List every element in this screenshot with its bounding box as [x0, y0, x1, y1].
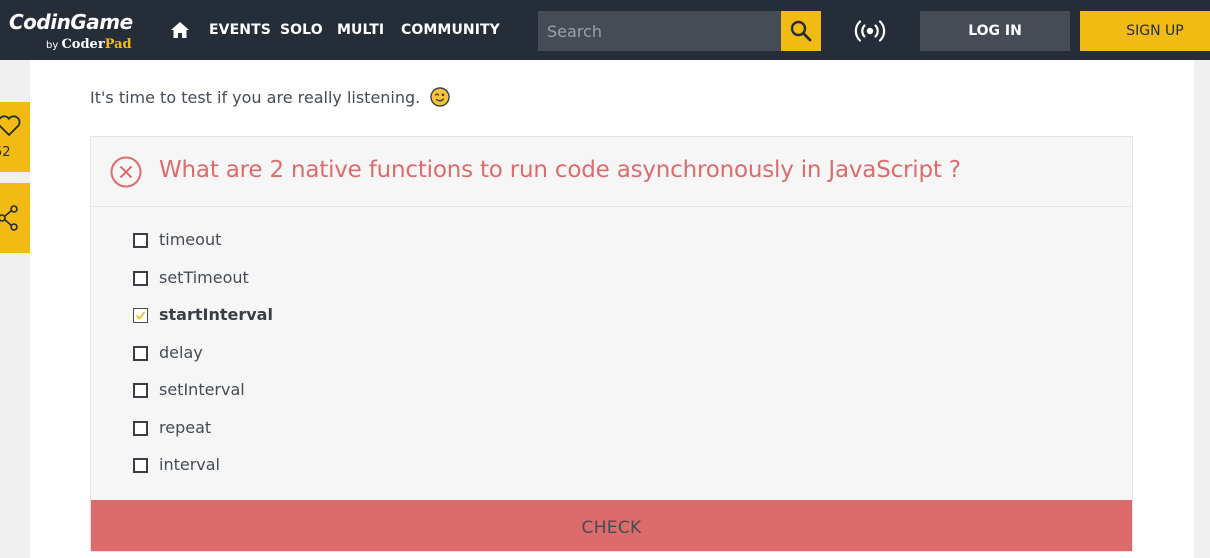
option-repeat[interactable]: repeat: [133, 417, 433, 441]
check-button[interactable]: CHECK: [91, 500, 1132, 551]
option-checkbox-checked[interactable]: [133, 308, 148, 323]
option-setinterval[interactable]: setInterval: [133, 379, 433, 403]
option-checkbox[interactable]: [133, 458, 148, 473]
top-navbar: CodinGame by CoderPad EVENTS SOLO MULTI …: [0, 0, 1210, 60]
login-button[interactable]: LOG IN: [920, 11, 1070, 51]
option-timeout[interactable]: timeout: [133, 229, 433, 253]
option-checkbox[interactable]: [133, 233, 148, 248]
quiz-question: What are 2 native functions to run code …: [159, 157, 961, 183]
winking-face-icon: [430, 87, 451, 111]
share-icon: [0, 205, 18, 231]
like-count: 52: [0, 145, 11, 160]
nav-solo[interactable]: SOLO: [280, 22, 323, 38]
option-checkbox[interactable]: [133, 270, 148, 286]
option-interval[interactable]: interval: [133, 454, 433, 478]
option-label: delay: [159, 342, 203, 362]
logo-byline: by CoderPad: [46, 37, 132, 52]
option-label: timeout: [159, 230, 222, 249]
option-label: setInterval: [159, 380, 245, 399]
option-startinterval[interactable]: startInterval: [133, 304, 433, 328]
logo-wordmark: CodinGame: [9, 10, 133, 34]
option-checkbox[interactable]: [133, 420, 148, 436]
nav-multi[interactable]: MULTI: [337, 22, 384, 38]
option-settimeout[interactable]: setTimeout: [133, 267, 433, 291]
quiz-card: What are 2 native functions to run code …: [90, 136, 1133, 552]
share-button[interactable]: [0, 183, 30, 253]
intro-sentence: It's time to test if you are really list…: [90, 88, 421, 107]
home-icon[interactable]: [170, 21, 190, 39]
heart-icon: [0, 115, 21, 136]
nav-community[interactable]: COMMUNITY: [401, 22, 500, 38]
option-checkbox[interactable]: [133, 383, 148, 398]
option-label: interval: [159, 455, 220, 474]
nav-events[interactable]: EVENTS: [209, 22, 271, 38]
option-label: startInterval: [159, 305, 273, 324]
intro-text: It's time to test if you are really list…: [90, 87, 451, 111]
search-button[interactable]: [781, 11, 821, 51]
like-button[interactable]: 52: [0, 102, 30, 172]
codingame-logo[interactable]: CodinGame by CoderPad: [9, 8, 149, 54]
quiz-header: What are 2 native functions to run code …: [91, 137, 1132, 207]
live-broadcast-icon[interactable]: [854, 19, 886, 43]
lesson-content: It's time to test if you are really list…: [30, 60, 1194, 558]
signup-button[interactable]: SIGN UP: [1080, 11, 1210, 51]
search-input[interactable]: [538, 11, 781, 51]
logo-brand-a: Coder: [61, 37, 105, 52]
checkmark-icon: [135, 311, 146, 320]
logo-brand-b: Pad: [104, 37, 132, 52]
option-delay[interactable]: delay: [133, 342, 433, 366]
option-checkbox[interactable]: [133, 345, 148, 361]
option-label: setTimeout: [159, 267, 249, 287]
logo-by-text: by: [46, 40, 59, 51]
search-icon: [790, 20, 812, 42]
option-label: repeat: [159, 417, 212, 437]
wrong-answer-icon: [110, 156, 142, 188]
